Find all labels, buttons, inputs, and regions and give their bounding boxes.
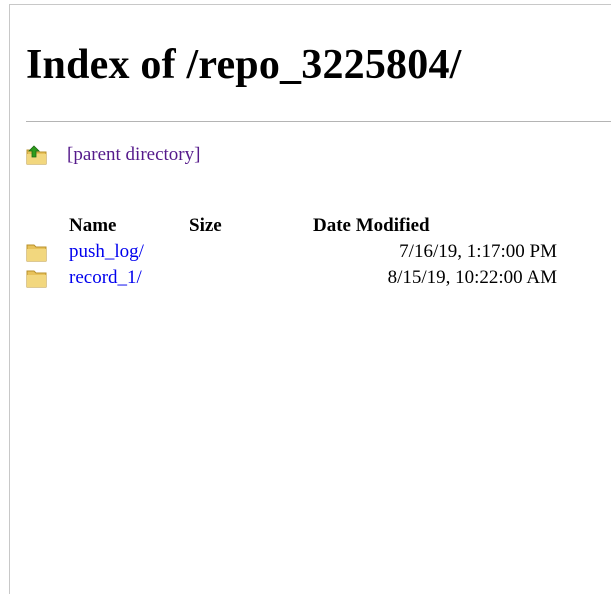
parent-folder-up-icon[interactable] bbox=[26, 145, 48, 165]
header-name[interactable]: Name bbox=[69, 213, 116, 239]
header-date-modified[interactable]: Date Modified bbox=[313, 213, 430, 239]
folder-icon[interactable] bbox=[26, 243, 48, 262]
parent-directory-row[interactable]: [parent directory] bbox=[26, 143, 200, 167]
row-link-record-1[interactable]: record_1/ bbox=[69, 267, 142, 288]
page-frame bbox=[9, 4, 611, 594]
title-divider bbox=[26, 121, 611, 122]
header-size[interactable]: Size bbox=[189, 213, 222, 239]
row-link-push-log[interactable]: push_log/ bbox=[69, 241, 144, 262]
row-date-modified: 8/15/19, 10:22:00 AM bbox=[387, 267, 557, 288]
row-date-modified: 7/16/19, 1:17:00 PM bbox=[399, 241, 557, 262]
folder-icon[interactable] bbox=[26, 269, 48, 288]
page-title: Index of /repo_3225804/ bbox=[26, 42, 462, 88]
page-content: Index of /repo_3225804/ [parent director… bbox=[26, 40, 611, 288]
parent-directory-link[interactable]: [parent directory] bbox=[67, 143, 200, 167]
